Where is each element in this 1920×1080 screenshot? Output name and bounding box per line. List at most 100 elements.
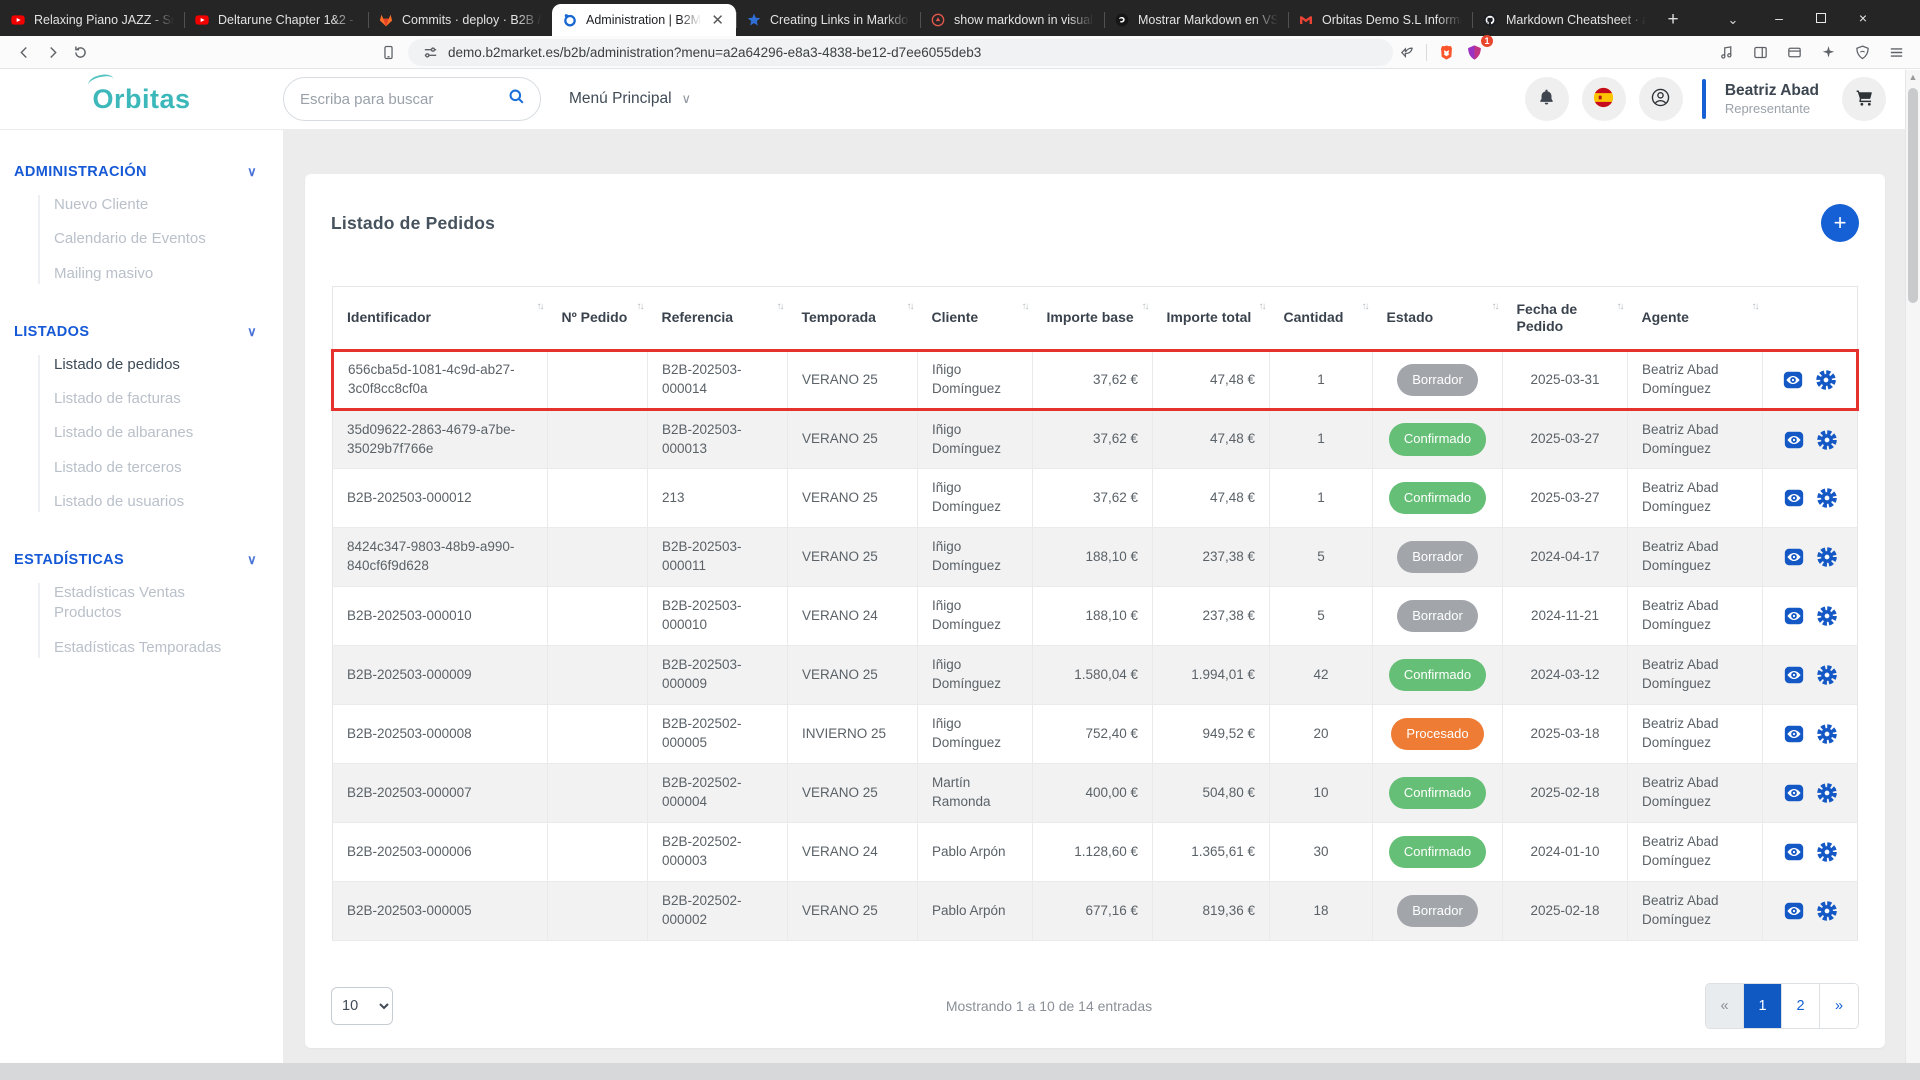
sidebar-item[interactable]: Calendario de Eventos xyxy=(54,229,234,249)
pagination-next-button[interactable]: » xyxy=(1820,984,1858,1028)
bookmark-icon[interactable] xyxy=(374,39,402,65)
browser-tab[interactable]: Mostrar Markdown en VS xyxy=(1104,4,1288,36)
cart-button[interactable] xyxy=(1842,77,1886,121)
search-icon[interactable] xyxy=(507,87,526,111)
sidebar-item[interactable]: Nuevo Cliente xyxy=(54,195,234,215)
new-tab-button[interactable]: + xyxy=(1656,4,1690,36)
view-order-eye-icon[interactable] xyxy=(1783,900,1805,922)
leo-ai-icon[interactable] xyxy=(1814,39,1842,65)
order-settings-gear-icon[interactable] xyxy=(1816,900,1838,922)
maximize-button[interactable] xyxy=(1800,0,1842,36)
brave-shields-icon[interactable] xyxy=(1432,39,1460,65)
view-order-eye-icon[interactable] xyxy=(1783,723,1805,745)
adblock-extension-icon[interactable]: 1 xyxy=(1460,39,1488,65)
logo[interactable]: Orbitas xyxy=(0,84,283,115)
order-settings-gear-icon[interactable] xyxy=(1815,369,1837,391)
sort-icon[interactable]: ↑↓ xyxy=(907,301,913,314)
order-settings-gear-icon[interactable] xyxy=(1816,429,1838,451)
view-order-eye-icon[interactable] xyxy=(1783,429,1805,451)
sort-icon[interactable]: ↑↓ xyxy=(1492,301,1498,314)
order-settings-gear-icon[interactable] xyxy=(1816,546,1838,568)
view-order-eye-icon[interactable] xyxy=(1783,605,1805,627)
column-header[interactable]: Estado↑↓ xyxy=(1373,287,1503,351)
view-order-eye-icon[interactable] xyxy=(1783,782,1805,804)
add-order-button[interactable]: + xyxy=(1821,204,1859,242)
pagination-page-button[interactable]: 2 xyxy=(1782,984,1820,1028)
sort-icon[interactable]: ↑↓ xyxy=(1617,301,1623,314)
browser-tab[interactable]: Markdown Cheatsheet · a xyxy=(1472,4,1656,36)
sidebar-item[interactable]: Listado de terceros xyxy=(54,458,234,478)
table-row[interactable]: 35d09622-2863-4679-a7be-35029b7f766eB2B-… xyxy=(333,410,1858,469)
sidebar-item[interactable]: Estadísticas Ventas Productos xyxy=(54,583,234,624)
column-header[interactable]: Nº Pedido↑↓ xyxy=(548,287,648,351)
back-button[interactable] xyxy=(10,39,38,65)
pagination-page-button[interactable]: 1 xyxy=(1744,984,1782,1028)
sort-icon[interactable]: ↑↓ xyxy=(1022,301,1028,314)
column-header[interactable]: Cantidad↑↓ xyxy=(1270,287,1373,351)
column-header[interactable]: Importe base↑↓ xyxy=(1033,287,1153,351)
wallet-icon[interactable] xyxy=(1780,39,1808,65)
column-header[interactable]: Cliente↑↓ xyxy=(918,287,1033,351)
sidebar-section-title[interactable]: ESTADÍSTICAS∨ xyxy=(0,552,283,568)
sort-icon[interactable]: ↑↓ xyxy=(1752,301,1758,314)
pagination-prev-button[interactable]: « xyxy=(1706,984,1744,1028)
table-row[interactable]: B2B-202503-000007B2B-202502-000004VERANO… xyxy=(333,764,1858,823)
browser-tab[interactable]: Orbitas Demo S.L Informa xyxy=(1288,4,1472,36)
browser-tab[interactable]: Administration | B2M✕ xyxy=(552,4,736,36)
vpn-shield-icon[interactable] xyxy=(1848,39,1876,65)
column-header[interactable]: Importe total↑↓ xyxy=(1153,287,1270,351)
sidebar-section-title[interactable]: LISTADOS∨ xyxy=(0,324,283,340)
tab-close-icon[interactable]: ✕ xyxy=(709,11,726,29)
menu-hamburger-icon[interactable] xyxy=(1882,39,1910,65)
sort-icon[interactable]: ↑↓ xyxy=(537,301,543,314)
share-icon[interactable] xyxy=(1393,39,1421,65)
order-settings-gear-icon[interactable] xyxy=(1816,487,1838,509)
main-menu-dropdown[interactable]: Menú Principal ∨ xyxy=(569,90,691,108)
sidebar-section-title[interactable]: ADMINISTRACIÓN∨ xyxy=(0,164,283,180)
sidebar-item[interactable]: Mailing masivo xyxy=(54,264,234,284)
sort-icon[interactable]: ↑↓ xyxy=(1142,301,1148,314)
scrollbar-thumb[interactable] xyxy=(1908,88,1918,303)
sort-icon[interactable]: ↑↓ xyxy=(777,301,783,314)
order-settings-gear-icon[interactable] xyxy=(1816,841,1838,863)
table-row[interactable]: B2B-202503-000010B2B-202503-000010VERANO… xyxy=(333,587,1858,646)
order-settings-gear-icon[interactable] xyxy=(1816,664,1838,686)
media-control-icon[interactable] xyxy=(1712,39,1740,65)
browser-tab[interactable]: show markdown in visual xyxy=(920,4,1104,36)
view-order-eye-icon[interactable] xyxy=(1782,369,1804,391)
table-row[interactable]: B2B-202503-000012213VERANO 25Iñigo Domín… xyxy=(333,469,1858,528)
column-header[interactable]: Agente↑↓ xyxy=(1628,287,1763,351)
page-size-select[interactable]: 10 xyxy=(331,987,393,1025)
profile-button[interactable] xyxy=(1639,77,1683,121)
table-row[interactable]: B2B-202503-000006B2B-202502-000003VERANO… xyxy=(333,823,1858,882)
view-order-eye-icon[interactable] xyxy=(1783,487,1805,509)
browser-tab[interactable]: Relaxing Piano JAZZ - Smo xyxy=(0,4,184,36)
order-settings-gear-icon[interactable] xyxy=(1816,782,1838,804)
column-header[interactable]: Temporada↑↓ xyxy=(788,287,918,351)
side-panel-icon[interactable] xyxy=(1746,39,1774,65)
view-order-eye-icon[interactable] xyxy=(1783,664,1805,686)
browser-tab[interactable]: Commits · deploy · B2B / xyxy=(368,4,552,36)
table-row[interactable]: 656cba5d-1081-4c9d-ab27-3c0f8cc8cf0aB2B-… xyxy=(333,351,1858,410)
scrollbar-up-arrow[interactable]: ▲ xyxy=(1906,72,1920,82)
table-row[interactable]: B2B-202503-000008B2B-202502-000005INVIER… xyxy=(333,705,1858,764)
column-header[interactable]: Fecha de Pedido↑↓ xyxy=(1503,287,1628,351)
forward-button[interactable] xyxy=(38,39,66,65)
close-button[interactable]: × xyxy=(1842,0,1884,36)
sidebar-item[interactable]: Listado de pedidos xyxy=(54,355,234,375)
sidebar-item[interactable]: Listado de albaranes xyxy=(54,423,234,443)
sort-icon[interactable]: ↑↓ xyxy=(1259,301,1265,314)
table-row[interactable]: B2B-202503-000005B2B-202502-000002VERANO… xyxy=(333,882,1858,941)
column-header[interactable]: Referencia↑↓ xyxy=(648,287,788,351)
table-row[interactable]: 8424c347-9803-48b9-a990-840cf6f9d628B2B-… xyxy=(333,528,1858,587)
column-header[interactable]: Identificador↑↓ xyxy=(333,287,548,351)
scrollbar[interactable]: ▲ xyxy=(1905,70,1920,1080)
sidebar-item[interactable]: Listado de facturas xyxy=(54,389,234,409)
reload-button[interactable] xyxy=(66,39,94,65)
notifications-button[interactable] xyxy=(1525,77,1569,121)
browser-tab[interactable]: Creating Links in Markdo xyxy=(736,4,920,36)
minimize-button[interactable]: – xyxy=(1758,0,1800,36)
view-order-eye-icon[interactable] xyxy=(1783,841,1805,863)
sort-icon[interactable]: ↑↓ xyxy=(1362,301,1368,314)
order-settings-gear-icon[interactable] xyxy=(1816,723,1838,745)
